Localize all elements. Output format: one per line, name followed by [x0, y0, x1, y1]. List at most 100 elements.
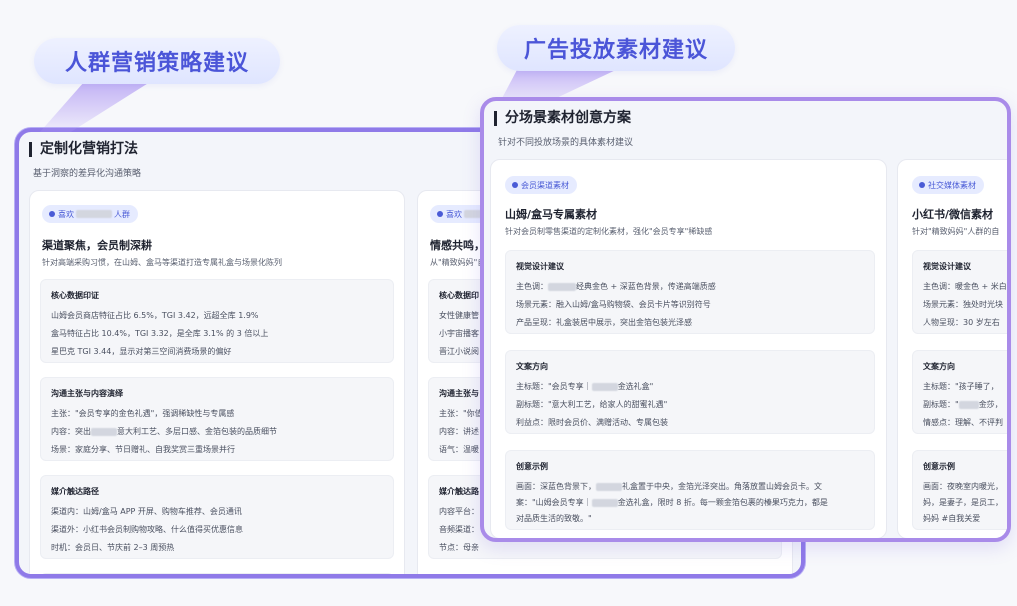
section-heading: 文案方向	[923, 362, 955, 371]
section-line: 渠道内：山姆/盒马 APP 开屏、购物车推荐、会员通讯	[51, 507, 242, 516]
section-line: 主色调：暖金色 + 米白	[923, 282, 1007, 291]
line-pre: 主色调：	[516, 282, 548, 291]
section-line: 内容平台：	[439, 507, 479, 516]
creative-card-member[interactable]: 会员渠道素材 山姆/盒马专属素材 针对会员制零售渠道的定制化素材，强化"会员专享…	[490, 159, 887, 538]
section-visual: 视觉设计建议 主色调： 经典金色 + 深蓝色背景，传递高端质感 场景元素：融入山姆…	[505, 250, 875, 334]
line-post: 意大利工艺、多层口感、金箔包装的品质细节	[117, 427, 277, 436]
section-line: 主标题："会员专享｜ 金选礼盒"	[516, 381, 653, 392]
section-line: 晋江小说阅	[439, 347, 479, 356]
card-subtitle: 从"精致妈妈"自	[430, 258, 486, 267]
panel-subtitle: 基于洞察的差异化沟通策略	[33, 169, 142, 179]
section-line: 人物呈现：30 岁左右	[923, 318, 1000, 327]
section-heading: 沟通主张与	[439, 389, 479, 398]
line-pre: 内容：突出	[51, 427, 91, 436]
section-line: 主张："你值	[439, 409, 483, 418]
section-line: 主色调： 经典金色 + 深蓝色背景，传递高端质感	[516, 281, 716, 292]
section-line: 产品呈现：礼盒装居中展示，突出金箔包装光泽感	[516, 318, 692, 327]
section-heading: 视觉设计建议	[516, 262, 564, 271]
section-creative-example: 创意示例 画面：夜晚室内暖光， 妈，是妻子，是员工， 妈妈 #自我关爱	[912, 450, 1007, 530]
channel-pill: 社交媒体素材	[912, 176, 984, 194]
section-heading: 核心数据印证	[51, 291, 99, 300]
section-line: 女性健康管	[439, 311, 479, 320]
section-core-data: 核心数据印证 山姆会员商店特征占比 6.5%，TGI 3.42，远超全库 1.9…	[40, 279, 394, 363]
redacted-brand	[548, 282, 576, 291]
section-next	[40, 573, 394, 574]
tag-ad-creative: 广告投放素材建议	[497, 25, 735, 71]
section-line: 对品质生活的致敬。"	[516, 514, 592, 523]
section-line: 节点：母亲	[439, 543, 479, 552]
card-subtitle: 针对会员制零售渠道的定制化素材，强化"会员专享"稀缺感	[505, 227, 713, 236]
stage: 定制化营销打法 基于洞察的差异化沟通策略 喜欢 人群 渠道聚焦，会员制深耕 针对…	[0, 0, 1017, 606]
section-line: 情感点：理解、不评判	[923, 418, 1003, 427]
pill-text-post: 人群	[114, 209, 130, 219]
strategy-card-channel[interactable]: 喜欢 人群 渠道聚焦，会员制深耕 针对高端采购习惯，在山姆、盒马等渠道打造专属礼…	[29, 190, 405, 574]
section-line: 场景元素：独处时光块	[923, 300, 1003, 309]
section-media-path: 媒介触达路径 渠道内：山姆/盒马 APP 开屏、购物车推荐、会员通讯 渠道外：小…	[40, 475, 394, 559]
line-pre: 画面：深蓝色背景下，	[516, 482, 596, 491]
channel-pill: 会员渠道素材	[505, 176, 577, 194]
section-line: 主张："会员专享的金色礼遇"，强调稀缺性与专属感	[51, 409, 235, 418]
section-line: 内容：突出 意大利工艺、多层口感、金箔包装的品质细节	[51, 426, 277, 437]
section-line: 场景：家庭分享、节日赠礼、自我奖赏三重场景并行	[51, 445, 235, 454]
section-line: 利益点：限时会员价、满赠活动、专属包装	[516, 418, 668, 427]
panel-creative-plan: 分场景素材创意方案 针对不同投放场景的具体素材建议 会员渠道素材 山姆/盒马专属…	[480, 97, 1011, 542]
panel-subtitle: 针对不同投放场景的具体素材建议	[498, 138, 634, 148]
audience-pill: 喜欢 人群	[42, 205, 138, 223]
section-line: 案："山姆会员专享｜ 金选礼盒，限时 8 折。每一颗金箔包裹的榛果巧克力，都是	[516, 497, 828, 508]
section-line: 渠道外：小红书会员制购物攻略、什么值得买优惠信息	[51, 525, 243, 534]
redacted-brand	[591, 382, 618, 391]
section-line: 主标题："孩子睡了，	[923, 382, 999, 391]
section-heading: 创意示例	[516, 462, 548, 471]
section-heading: 核心数据印	[439, 291, 479, 300]
section-line: 山姆会员商店特征占比 6.5%，TGI 3.42，远超全库 1.9%	[51, 311, 259, 320]
section-line: 语气：温暖	[439, 445, 479, 454]
section-line: 妈妈 #自我关爱	[923, 514, 981, 523]
line-post: 金选礼盒，限时 8 折。每一颗金箔包裹的榛果巧克力，都是	[617, 498, 828, 507]
section-line: 音频渠道：	[439, 525, 479, 534]
line-post: 礼盒置于中央，金箔光泽突出。角落放置山姆会员卡。文	[622, 482, 822, 491]
section-copy: 文案方向 主标题："会员专享｜ 金选礼盒" 副标题："意大利工艺，给家人的甜蜜礼遇…	[505, 350, 875, 434]
section-heading: 媒介触达路	[439, 487, 479, 496]
card-title: 渠道聚焦，会员制深耕	[42, 239, 152, 252]
line-pre: 案："山姆会员专享｜	[516, 498, 592, 507]
line-pre: 副标题："	[923, 400, 959, 409]
panel-title: 分场景素材创意方案	[494, 111, 631, 126]
card-title: 山姆/盒马专属素材	[505, 208, 598, 221]
redacted-brand	[596, 482, 622, 491]
pill-text-pre: 喜欢	[58, 209, 74, 219]
section-heading: 视觉设计建议	[923, 262, 971, 271]
card-subtitle: 针对高端采购习惯，在山姆、盒马等渠道打造专属礼盒与场景化陈列	[42, 258, 282, 267]
section-line: 内容：讲述	[439, 427, 479, 436]
section-creative-example: 创意示例 画面：深蓝色背景下， 礼盒置于中央，金箔光泽突出。角落放置山姆会员卡。文…	[505, 450, 875, 530]
section-line: 副标题：" 金莎，	[923, 399, 1003, 410]
section-visual: 视觉设计建议 主色调：暖金色 + 米白 场景元素：独处时光块 人物呈现：30 岁…	[912, 250, 1007, 334]
panel-title: 定制化营销打法	[29, 142, 138, 157]
redacted-brand	[591, 498, 618, 507]
creative-card-social[interactable]: 社交媒体素材 小红书/微信素材 针对"精致妈妈"人群的自 视觉设计建议 主色调：…	[897, 159, 1007, 538]
section-copy: 文案方向 主标题："孩子睡了， 副标题：" 金莎， 情感点：理解、不评判	[912, 350, 1007, 434]
tag-audience-strategy: 人群营销策略建议	[34, 38, 280, 84]
section-messaging: 沟通主张与内容演绎 主张："会员专享的金色礼遇"，强调稀缺性与专属感 内容：突出…	[40, 377, 394, 461]
section-heading: 文案方向	[516, 362, 548, 371]
redacted-brand	[958, 400, 979, 409]
line-post: 经典金色 + 深蓝色背景，传递高端质感	[576, 282, 716, 291]
section-line: 场景元素：融入山姆/盒马购物袋、会员卡片等识别符号	[516, 300, 711, 309]
section-heading: 沟通主张与内容演绎	[51, 389, 123, 398]
card-subtitle: 针对"精致妈妈"人群的自	[912, 227, 1000, 236]
section-line: 盒马特征占比 10.4%，TGI 3.32，是全库 3.1% 的 3 倍以上	[51, 329, 269, 338]
line-pre: 主标题："会员专享｜	[516, 382, 592, 391]
line-post: 金莎，	[978, 400, 1003, 409]
section-line: 画面：夜晚室内暖光，	[923, 482, 1003, 491]
section-line: 画面：深蓝色背景下， 礼盒置于中央，金箔光泽突出。角落放置山姆会员卡。文	[516, 481, 822, 492]
section-line: 时机：会员日、节庆前 2–3 周预热	[51, 543, 175, 552]
card-title: 情感共鸣，	[430, 239, 485, 252]
section-heading: 媒介触达路径	[51, 487, 99, 496]
section-line: 副标题："意大利工艺，给家人的甜蜜礼遇"	[516, 400, 668, 409]
section-line: 妈，是妻子，是员工，	[923, 498, 1003, 507]
line-post: 金选礼盒"	[617, 382, 654, 391]
pill-text-pre: 喜欢	[446, 209, 462, 219]
section-line: 星巴克 TGI 3.44，显示对第三空间消费场景的偏好	[51, 347, 232, 356]
redacted-brand	[76, 210, 112, 218]
card-title: 小红书/微信素材	[912, 208, 994, 221]
section-line: 小宇宙播客	[439, 329, 479, 338]
